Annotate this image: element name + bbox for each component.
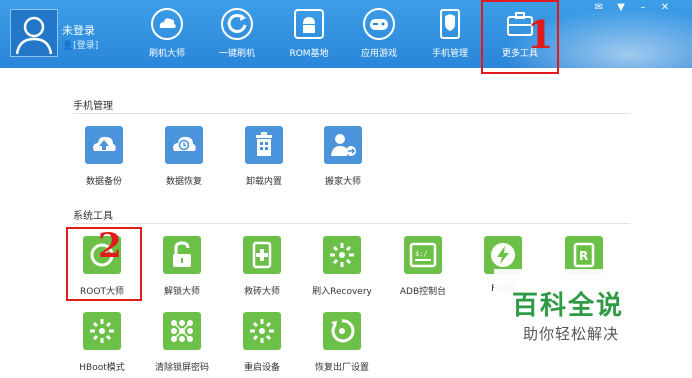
message-icon[interactable]: ✉ bbox=[592, 2, 606, 14]
user-icon bbox=[15, 16, 53, 55]
tool-hboot-mode[interactable]: HBoot模式 bbox=[63, 312, 141, 373]
reset-icon bbox=[331, 319, 355, 343]
tool-label: 卸载内置 bbox=[245, 177, 282, 187]
menu-icon[interactable]: ▼ bbox=[614, 2, 628, 14]
sun-icon bbox=[90, 319, 114, 343]
tile bbox=[163, 312, 201, 350]
grid-icon bbox=[171, 320, 193, 342]
tool-flash-recovery[interactable]: 刷入Recovery bbox=[303, 236, 381, 297]
annotation-mark-1: 1 bbox=[527, 12, 554, 57]
tile bbox=[85, 126, 123, 164]
shield-icon bbox=[440, 9, 460, 39]
tool-label: 救砖大师 bbox=[243, 287, 280, 297]
refresh-icon bbox=[221, 8, 253, 40]
rescue-icon bbox=[252, 241, 272, 269]
tool-label: ADB控制台 bbox=[399, 287, 447, 297]
svg-text:R: R bbox=[579, 249, 588, 263]
tool-label: HBoot模式 bbox=[79, 363, 125, 373]
nav-apps-games[interactable]: 应用游戏 bbox=[347, 8, 411, 64]
section-title-phone: 手机管理 bbox=[73, 101, 113, 112]
watermark-sub: 助你轻松解决 bbox=[523, 325, 620, 343]
tool-clear-lock-password[interactable]: 清除锁屏密码 bbox=[143, 312, 221, 373]
unlock-icon bbox=[173, 241, 191, 267]
login-link[interactable]: 👤[登录] bbox=[62, 38, 98, 51]
tool-data-backup[interactable]: 数据备份 bbox=[65, 126, 143, 187]
tool-label: 数据恢复 bbox=[165, 177, 202, 187]
tool-reboot-device[interactable]: 重启设备 bbox=[223, 312, 301, 373]
tool-factory-reset[interactable]: 恢复出厂设置 bbox=[303, 312, 381, 373]
top-bar: 未登录 👤[登录] 刷机大师 一键刷机 ROM基地 应用游戏 手机管理 更多工具… bbox=[0, 0, 692, 68]
sun-icon bbox=[330, 243, 354, 267]
nav-rom-base[interactable]: ROM基地 bbox=[277, 8, 341, 64]
nav-one-click-flash[interactable]: 一键刷机 bbox=[205, 8, 269, 64]
sun-icon bbox=[250, 319, 274, 343]
user-name: 未登录 bbox=[62, 24, 95, 37]
tool-label: 搬家大师 bbox=[324, 177, 361, 187]
section-title-system: 系统工具 bbox=[73, 211, 113, 222]
tool-data-restore[interactable]: 数据恢复 bbox=[145, 126, 223, 187]
tool-label: 重启设备 bbox=[243, 363, 280, 373]
trash-icon bbox=[256, 132, 272, 156]
tool-unlock-master[interactable]: 解锁大师 bbox=[143, 236, 221, 297]
section-divider bbox=[73, 223, 630, 224]
cloud-icon bbox=[151, 8, 183, 40]
nav-label: 刷机大师 bbox=[148, 49, 185, 59]
watermark: 百科全说 助你轻松解决 bbox=[494, 269, 668, 351]
tool-label: 数据备份 bbox=[85, 177, 122, 187]
minimize-icon[interactable]: – bbox=[636, 2, 650, 14]
person-small-icon: 👤 bbox=[62, 41, 74, 51]
tile bbox=[245, 126, 283, 164]
cloud-upload-icon bbox=[93, 136, 116, 151]
tool-move-master[interactable]: 搬家大师 bbox=[304, 126, 382, 187]
watermark-main: 百科全说 bbox=[512, 291, 625, 321]
nav-label: ROM基地 bbox=[289, 49, 329, 59]
tile bbox=[243, 236, 281, 274]
cloud-clock-icon bbox=[173, 136, 196, 151]
section-divider bbox=[73, 113, 630, 114]
tool-adb-console[interactable]: $:/ ADB控制台 bbox=[384, 236, 462, 297]
nav-label: 一键刷机 bbox=[218, 49, 255, 59]
nav-flash-master[interactable]: 刷机大师 bbox=[135, 8, 199, 64]
annotation-mark-2: 2 bbox=[98, 226, 122, 266]
nav-phone-manage[interactable]: 手机管理 bbox=[418, 8, 482, 64]
tile: $:/ bbox=[404, 236, 442, 274]
gamepad-icon bbox=[363, 8, 395, 40]
nav-label: 应用游戏 bbox=[360, 49, 397, 59]
svg-text:$:/: $:/ bbox=[415, 250, 428, 258]
nav-label: 手机管理 bbox=[431, 49, 468, 59]
tool-uninstall-builtin[interactable]: 卸载内置 bbox=[225, 126, 303, 187]
tile bbox=[324, 126, 362, 164]
tool-label: 刷入Recovery bbox=[312, 287, 372, 297]
tile bbox=[163, 236, 201, 274]
avatar[interactable] bbox=[10, 9, 58, 57]
tile bbox=[165, 126, 203, 164]
close-icon[interactable]: ✕ bbox=[658, 2, 672, 14]
tool-label: 解锁大师 bbox=[163, 287, 200, 297]
tile bbox=[83, 312, 121, 350]
person-move-icon bbox=[331, 134, 356, 156]
tile bbox=[243, 312, 281, 350]
tool-rescue-master[interactable]: 救砖大师 bbox=[223, 236, 301, 297]
android-icon bbox=[294, 9, 324, 39]
terminal-icon: $:/ bbox=[409, 242, 437, 268]
login-link-text[interactable]: [登录] bbox=[73, 41, 98, 51]
tile bbox=[323, 236, 361, 274]
tool-label: 清除锁屏密码 bbox=[154, 363, 209, 373]
tile bbox=[323, 312, 361, 350]
tool-label: 恢复出厂设置 bbox=[314, 363, 369, 373]
